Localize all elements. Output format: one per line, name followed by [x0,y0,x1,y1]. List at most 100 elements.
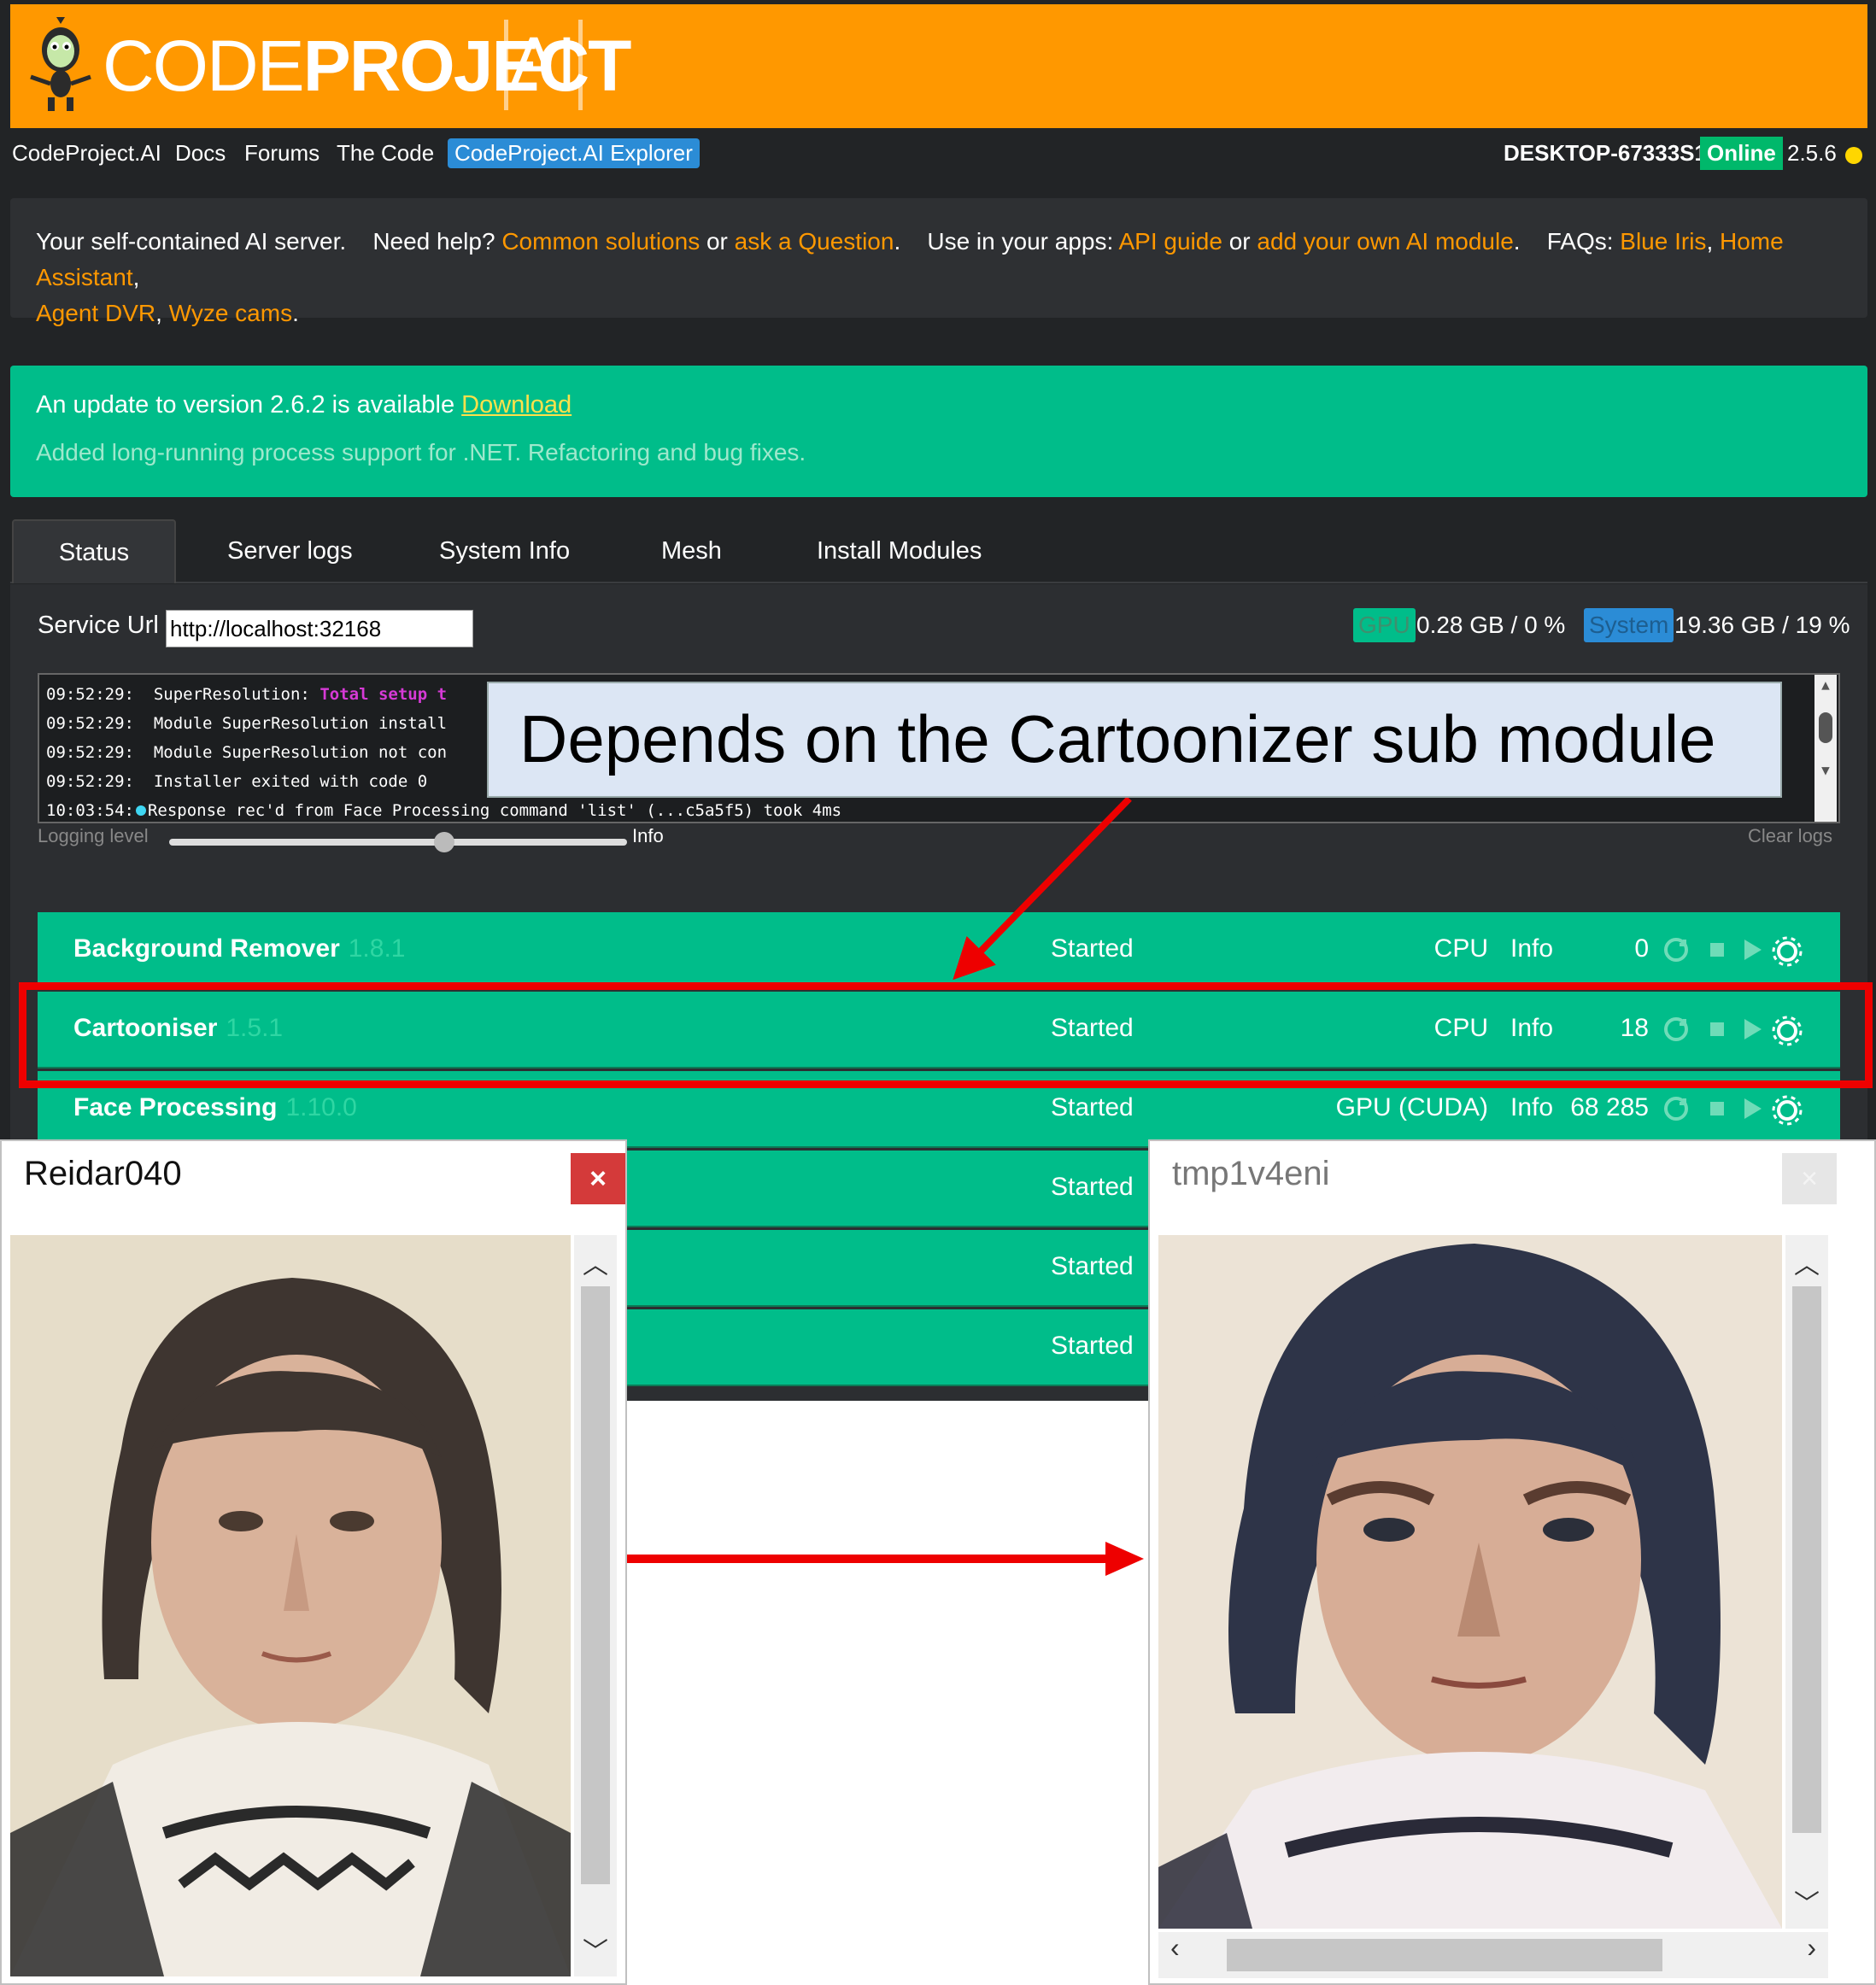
top-nav: CodeProject.AI Docs Forums The Code Code… [0,137,1876,175]
annotation-highlight-box [19,982,1873,1088]
log-time: 09:52:29: [46,772,134,791]
system-badge: System [1584,608,1674,642]
clear-logs-button[interactable]: Clear logs [1748,825,1832,847]
scroll-down-icon[interactable]: ▼ [1814,760,1837,781]
link-common-solutions[interactable]: Common solutions [501,228,700,255]
play-icon[interactable] [1736,1093,1767,1124]
module-status: Started [1051,1173,1134,1201]
server-version: 2.5.6 [1787,140,1837,166]
intro-text: FAQs: [1546,228,1614,255]
online-badge: Online [1700,137,1783,170]
intro-text: . [894,228,901,255]
module-version: 1.8.1 [348,934,406,963]
close-button[interactable]: × [1782,1153,1837,1204]
intro-text: , [132,264,140,290]
cartoonised-image-window: tmp1v4eni × ︿ ﹀ ‹ › [1148,1139,1876,1985]
play-icon[interactable] [1736,934,1767,965]
scroll-left-icon[interactable]: ‹ [1170,1932,1180,1964]
restart-icon[interactable] [1661,1093,1691,1124]
annotation-text: Depends on the Cartoonizer sub module [519,701,1716,776]
log-scrollbar[interactable]: ▲ ▼ [1814,675,1837,822]
close-button[interactable]: × [571,1153,625,1204]
logging-level-value: Info [632,825,664,846]
nav-link-forums[interactable]: Forums [244,140,320,167]
gear-icon[interactable] [1770,1093,1804,1127]
stop-icon[interactable] [1702,934,1732,965]
intro-text: or [706,228,728,255]
intro-help-box: Your self-contained AI server. Need help… [10,198,1867,326]
module-info-link[interactable]: Info [1510,934,1553,963]
module-title: Background Remover [73,934,340,963]
scroll-up-icon[interactable]: ︿ [574,1244,617,1281]
original-image-window: Reidar040 × ︿ ﹀ [0,1139,627,1985]
nav-link-explorer[interactable]: CodeProject.AI Explorer [448,138,700,168]
status-dot-icon [1845,147,1862,164]
nav-link-home[interactable]: CodeProject.AI [12,140,161,167]
log-text: SuperResolution: [153,685,320,704]
intro-text: Need help? [372,228,495,255]
tab-system-info[interactable]: System Info [439,519,570,583]
intro-text: or [1228,228,1251,255]
module-row[interactable]: Background Remover 1.8.1 Started CPU Info 0 [38,912,1840,989]
header-banner: CODEPROJECT AI [10,4,1867,128]
scroll-thumb[interactable] [581,1286,610,1884]
log-highlight: Total setup t [320,685,448,704]
update-title: An update to version 2.6.2 is available … [36,391,572,419]
stop-icon[interactable] [1702,1093,1732,1124]
original-photo [10,1235,571,1976]
link-agent-dvr[interactable]: Agent DVR [36,300,155,326]
cartoon-portrait-image [1158,1235,1782,1929]
download-link[interactable]: Download [461,391,572,419]
scroll-thumb[interactable] [1819,712,1832,743]
nav-link-docs[interactable]: Docs [175,140,226,167]
scroll-right-icon[interactable]: › [1807,1932,1816,1964]
horizontal-scrollbar[interactable]: ‹ › [1158,1932,1828,1978]
intro-text: Your self-contained AI server. [36,228,347,255]
restart-icon[interactable] [1661,934,1691,965]
scroll-down-icon[interactable]: ﹀ [574,1930,617,1968]
scroll-thumb[interactable] [1227,1939,1662,1971]
module-info-link[interactable]: Info [1510,1093,1553,1122]
nav-link-the-code[interactable]: The Code [337,140,434,167]
log-text: Module SuperResolution not con [153,743,448,762]
intro-text: , [155,300,162,326]
link-api-guide[interactable]: API guide [1118,228,1222,255]
update-description: Added long-running process support for .… [36,439,806,466]
tab-server-logs[interactable]: Server logs [227,519,353,583]
scroll-up-icon[interactable]: ▲ [1814,675,1837,695]
log-text: Installer exited with code 0 [153,772,428,791]
link-ask-question[interactable]: ask a Question [735,228,894,255]
scroll-up-icon[interactable]: ︿ [1785,1244,1828,1281]
service-url-input[interactable] [166,610,473,647]
module-request-count: 0 [1634,934,1649,963]
logo-icon [30,17,91,111]
module-controls [1661,1093,1803,1126]
annotation-callout: Depends on the Cartoonizer sub module [487,682,1782,798]
link-wyze-cams[interactable]: Wyze cams [169,300,292,326]
portrait-image [10,1235,571,1976]
gpu-badge: GPU [1353,608,1416,642]
module-name: Background Remover 1.8.1 [73,934,405,963]
scroll-thumb[interactable] [1792,1286,1821,1833]
gear-icon[interactable] [1770,934,1804,969]
log-text: Module SuperResolution install [153,714,448,733]
system-usage: 19.36 GB / 19 % [1674,612,1850,638]
intro-text: Use in your apps: [927,228,1114,255]
tab-status[interactable]: Status [12,519,176,583]
vertical-scrollbar[interactable]: ︿ ﹀ [574,1235,617,1976]
logging-level-slider-thumb[interactable] [433,832,454,852]
logging-level-slider[interactable] [169,839,627,846]
intro-text: , [1706,228,1714,255]
tab-mesh[interactable]: Mesh [661,519,722,583]
module-device: GPU (CUDA) [1335,1093,1488,1121]
tab-install-modules[interactable]: Install Modules [817,519,982,583]
intro-text: . [292,300,299,326]
log-time: 09:52:29: [46,685,134,704]
service-url-label: Service Url [38,612,159,639]
log-time: 09:52:29: [46,714,134,733]
scroll-down-icon[interactable]: ﹀ [1785,1883,1828,1920]
link-add-module[interactable]: add your own AI module [1257,228,1513,255]
vertical-scrollbar[interactable]: ︿ ﹀ [1785,1235,1828,1929]
logging-level-label: Logging level [38,825,149,846]
link-blue-iris[interactable]: Blue Iris [1620,228,1706,255]
